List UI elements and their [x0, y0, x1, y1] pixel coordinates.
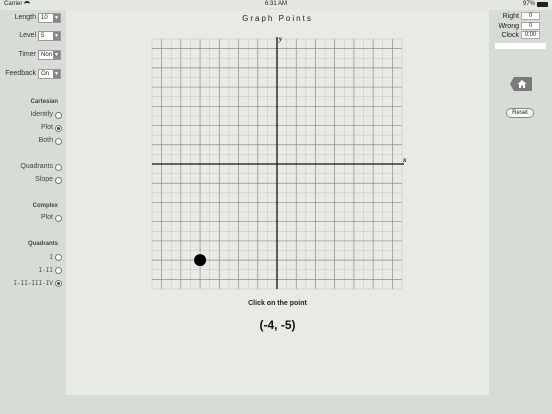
status-bar: Carrier 6:31 AM 97%	[0, 0, 552, 10]
radio-button[interactable]	[55, 164, 62, 171]
instruction-text: Click on the point	[248, 300, 307, 307]
cartesian-header: Cartesian	[30, 99, 58, 105]
main-panel: Graph Points x y Click on the point (-4,…	[66, 10, 489, 395]
radio-button[interactable]	[55, 267, 62, 274]
radio-button[interactable]	[55, 112, 62, 119]
target-coordinate: (-4, -5)	[259, 318, 296, 332]
chevron-down-icon: ▼	[53, 51, 60, 59]
level-control: Level 5 ▼	[0, 31, 66, 42]
score-panel: Right 0 Wrong 0 Clock 0:00 Reset	[489, 10, 552, 414]
right-value: 0	[521, 12, 540, 20]
wrong-label: Wrong	[498, 23, 520, 30]
progress-bar	[495, 43, 546, 49]
feedback-label: Feedback	[5, 70, 36, 77]
radio-button-selected[interactable]	[55, 125, 62, 132]
option-label: Slope	[35, 176, 53, 183]
option-quadrant-i[interactable]: I	[0, 253, 66, 262]
radio-button[interactable]	[55, 177, 62, 184]
battery-indicator: 97%	[523, 1, 548, 7]
home-icon	[517, 80, 527, 88]
option-label: I-II-III-IV	[13, 280, 53, 287]
battery-icon	[537, 1, 548, 7]
option-both[interactable]: Both	[0, 137, 66, 146]
radio-button[interactable]	[55, 254, 62, 261]
radio-button-selected[interactable]	[55, 280, 62, 287]
length-value: 10	[41, 15, 48, 21]
clock: Clock 0:00	[489, 31, 552, 40]
battery-percent: 97%	[522, 1, 535, 7]
right-score: Right 0	[489, 12, 552, 21]
feedback-value: On	[41, 71, 50, 77]
level-value: 5	[41, 33, 45, 39]
timer-value: Non	[41, 52, 53, 58]
option-label: Plot	[40, 124, 53, 131]
option-label: Both	[38, 137, 53, 144]
quadrants-header: Quadrants	[27, 241, 58, 247]
page-title: Graph Points	[242, 14, 313, 23]
feedback-dropdown[interactable]: On ▼	[38, 69, 61, 79]
level-label: Level	[19, 32, 36, 39]
level-dropdown[interactable]: 5 ▼	[38, 31, 61, 41]
radio-button[interactable]	[55, 138, 62, 145]
clock-label: Clock	[501, 32, 519, 39]
chevron-down-icon: ▼	[53, 32, 60, 40]
option-label: Identify	[30, 111, 53, 118]
timer-label: Timer	[18, 51, 36, 58]
x-axis-label: x	[402, 156, 407, 164]
complex-header: Complex	[32, 203, 58, 209]
settings-sidebar: Length 10 ▼ Level 5 ▼ Timer Non ▼ Feedback …	[0, 10, 66, 414]
option-quadrants[interactable]: Quadrants	[0, 163, 66, 172]
chevron-down-icon: ▼	[53, 70, 60, 78]
timer-control: Timer Non ▼	[0, 50, 66, 61]
option-label: Quadrants	[20, 163, 53, 170]
option-identify[interactable]: Identify	[0, 111, 66, 120]
status-time: 6:31 AM	[264, 1, 287, 7]
option-plot[interactable]: Plot	[0, 124, 66, 133]
option-quadrant-i-ii[interactable]: I-II	[0, 266, 66, 275]
reset-button[interactable]: Reset	[506, 108, 534, 118]
option-complex-plot[interactable]: Plot	[0, 214, 66, 223]
marked-point	[194, 254, 207, 267]
length-label: Length	[14, 14, 36, 21]
length-control: Length 10 ▼	[0, 13, 66, 24]
option-quadrant-all[interactable]: I-II-III-IV	[0, 279, 66, 288]
length-dropdown[interactable]: 10 ▼	[38, 13, 61, 23]
home-button[interactable]	[510, 77, 532, 91]
feedback-control: Feedback On ▼	[0, 69, 66, 80]
option-label: I	[49, 254, 53, 261]
option-slope[interactable]: Slope	[0, 176, 66, 185]
radio-button[interactable]	[55, 215, 62, 222]
coordinate-grid[interactable]: x y	[142, 34, 412, 294]
wrong-value: 0	[521, 22, 540, 30]
wrong-score: Wrong 0	[489, 22, 552, 31]
option-label: Plot	[40, 214, 53, 221]
chevron-down-icon: ▼	[53, 14, 60, 22]
clock-value: 0:00	[521, 31, 540, 39]
right-label: Right	[502, 13, 519, 20]
option-label: I-II	[38, 267, 53, 274]
timer-dropdown[interactable]: Non ▼	[38, 50, 61, 60]
